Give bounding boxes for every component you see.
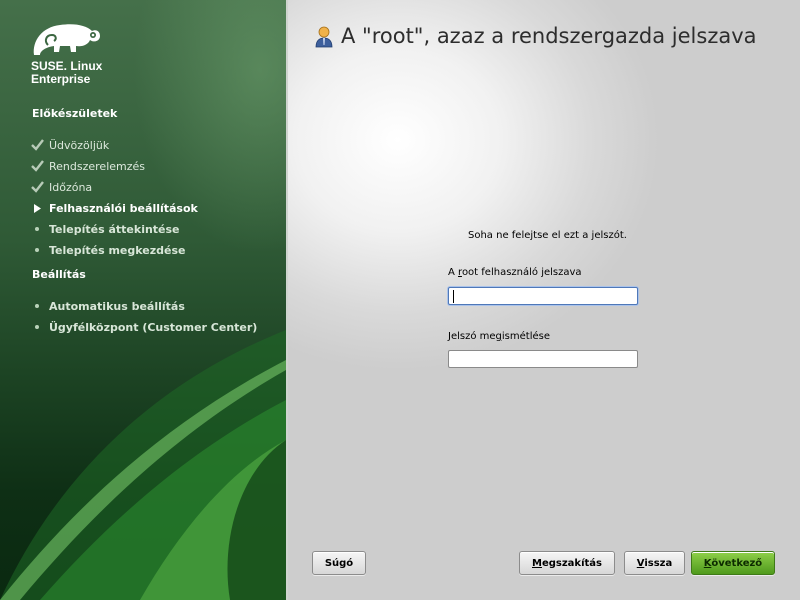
suse-chameleon-logo — [33, 24, 100, 55]
checkmark-icon — [30, 180, 44, 194]
bullet-icon — [30, 299, 44, 313]
user-icon — [315, 26, 333, 48]
step-system-analysis: Rendszerelemzés — [30, 158, 145, 174]
text-caret — [453, 290, 454, 303]
checkmark-icon — [30, 159, 44, 173]
page-title: A "root", azaz a rendszergazda jelszava — [341, 24, 757, 48]
next-button[interactable]: Következő — [691, 551, 775, 575]
step-user-settings: Felhasználói beállítások — [30, 200, 198, 216]
password-reminder-text: Soha ne felejtse el ezt a jelszót. — [468, 230, 627, 241]
back-button[interactable]: Vissza — [624, 551, 685, 575]
step-label: Rendszerelemzés — [49, 159, 146, 173]
help-button-label: Súgó — [324, 557, 354, 569]
step-label: Telepítés áttekintése — [49, 222, 180, 236]
step-welcome: Üdvözöljük — [30, 137, 109, 153]
step-install-start: Telepítés megkezdése — [30, 242, 186, 258]
arrow-right-icon — [30, 201, 44, 215]
abort-button[interactable]: Megszakítás — [519, 551, 615, 575]
brand-line-2: Enterprise — [31, 72, 91, 86]
brand-name: SUSE. Linux Enterprise — [31, 60, 102, 86]
bullet-icon — [30, 243, 44, 257]
step-label: Üdvözöljük — [49, 138, 110, 152]
sidebar: SUSE. Linux Enterprise Előkészületek Üdv… — [0, 0, 286, 600]
step-label: Felhasználói beállítások — [49, 201, 198, 215]
step-label: Időzóna — [49, 180, 93, 194]
section-title-configuration: Beállítás — [32, 268, 86, 281]
step-label: Automatikus beállítás — [49, 299, 185, 313]
root-password-input[interactable] — [448, 287, 638, 305]
next-button-label: Következő — [703, 557, 763, 569]
step-customer-center: Ügyfélközpont (Customer Center) — [30, 319, 257, 335]
step-install-overview: Telepítés áttekintése — [30, 221, 180, 237]
root-password-label: A root felhasználó jelszava — [448, 267, 582, 278]
step-timezone: Időzóna — [30, 179, 92, 195]
section-title-preparation: Előkészületek — [32, 107, 118, 120]
step-label: Ügyfélközpont (Customer Center) — [49, 320, 258, 334]
step-automatic-configuration: Automatikus beállítás — [30, 298, 185, 314]
back-button-label: Vissza — [636, 557, 673, 569]
abort-button-label: Megszakítás — [532, 557, 602, 569]
step-label: Telepítés megkezdése — [49, 243, 186, 257]
confirm-password-input[interactable] — [448, 350, 638, 368]
bullet-icon — [30, 222, 44, 236]
bullet-icon — [30, 320, 44, 334]
confirm-password-label: Jelszó megismétlése — [448, 331, 550, 342]
checkmark-icon — [30, 138, 44, 152]
help-button[interactable]: Súgó — [312, 551, 366, 575]
